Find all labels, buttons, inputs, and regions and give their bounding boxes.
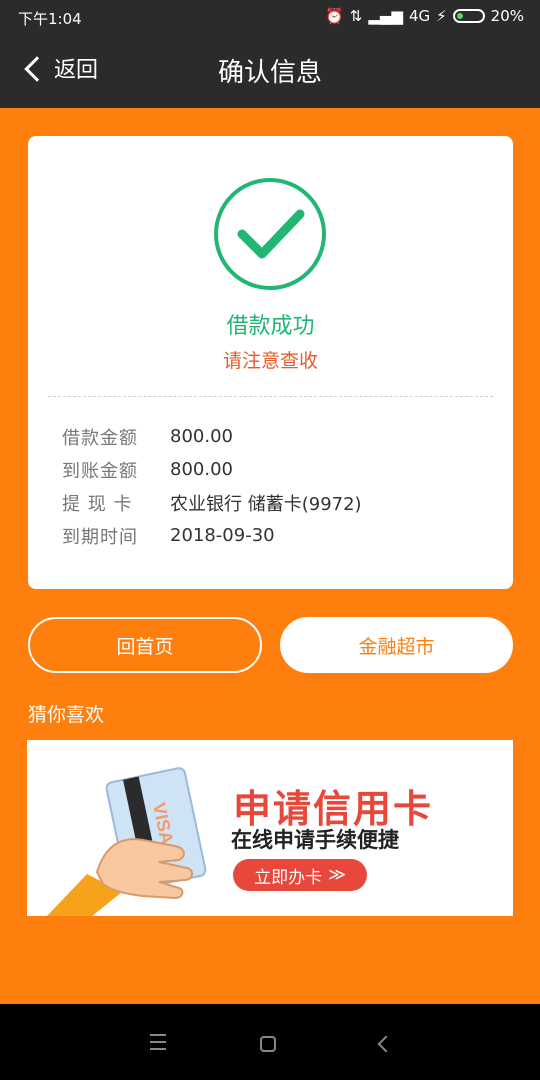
data-transfer-icon: ⇅ bbox=[349, 7, 363, 25]
home-button[interactable]: 回首页 bbox=[28, 617, 262, 673]
detail-value: 2018-09-30 bbox=[170, 525, 275, 546]
detail-label: 到期时间 bbox=[62, 526, 138, 548]
apply-card-button[interactable]: 立即办卡 ≫ bbox=[233, 859, 367, 891]
apply-card-label: 立即办卡 bbox=[254, 867, 323, 888]
finance-market-button[interactable]: 金融超市 bbox=[280, 617, 513, 673]
detail-label: 借款金额 bbox=[62, 427, 138, 449]
double-chevron-right-icon: ≫ bbox=[328, 865, 346, 885]
detail-list: 借款金额 800.00 到账金额 800.00 提 现 卡 农业银行 储蓄卡(9… bbox=[62, 420, 362, 552]
network-type: 4G bbox=[408, 7, 431, 25]
result-card: 借款成功 请注意查收 借款金额 800.00 到账金额 800.00 提 现 卡… bbox=[28, 136, 513, 589]
banner-subtitle: 在线申请手续便捷 bbox=[231, 828, 399, 852]
detail-row-loan-amount: 借款金额 800.00 bbox=[62, 420, 362, 453]
top-navbar: 返回 确认信息 bbox=[0, 34, 540, 108]
detail-row-received-amount: 到账金额 800.00 bbox=[62, 453, 362, 486]
detail-value: 800.00 bbox=[170, 426, 233, 447]
charging-icon: ⚡ bbox=[436, 7, 447, 25]
notice-text: 请注意查收 bbox=[222, 350, 318, 372]
status-text: 借款成功 bbox=[226, 314, 315, 339]
dashed-divider bbox=[48, 396, 493, 397]
detail-value: 农业银行 储蓄卡(9972) bbox=[170, 493, 362, 515]
detail-value: 800.00 bbox=[170, 459, 233, 480]
alarm-icon: ⏰ bbox=[325, 7, 344, 25]
status-icons: ⏰ ⇅ ▂▄▆ 4G ⚡ 20% bbox=[325, 7, 524, 25]
success-check-icon bbox=[214, 178, 326, 290]
battery-percent: 20% bbox=[490, 7, 524, 25]
hand-card-illustration: VISA bbox=[47, 767, 207, 916]
status-bar: 下午1:04 ⏰ ⇅ ▂▄▆ 4G ⚡ 20% bbox=[0, 0, 540, 34]
page-title: 确认信息 bbox=[217, 58, 322, 88]
home-square-icon[interactable] bbox=[260, 1036, 276, 1052]
back-triangle-icon[interactable] bbox=[377, 1035, 395, 1053]
detail-label: 提 现 卡 bbox=[62, 493, 133, 515]
detail-row-due-date: 到期时间 2018-09-30 bbox=[62, 519, 362, 552]
detail-row-card: 提 现 卡 农业银行 储蓄卡(9972) bbox=[62, 486, 362, 519]
menu-icon[interactable] bbox=[150, 1034, 170, 1054]
system-nav-bar bbox=[0, 1004, 540, 1080]
battery-icon bbox=[452, 9, 485, 23]
credit-card-banner[interactable]: VISA 申请信用卡 在线申请手续便捷 立即办卡 ≫ bbox=[27, 740, 513, 916]
status-time: 下午1:04 bbox=[18, 10, 82, 28]
signal-icon: ▂▄▆ bbox=[368, 7, 403, 25]
detail-label: 到账金额 bbox=[62, 460, 138, 482]
recommend-heading: 猜你喜欢 bbox=[28, 704, 105, 726]
